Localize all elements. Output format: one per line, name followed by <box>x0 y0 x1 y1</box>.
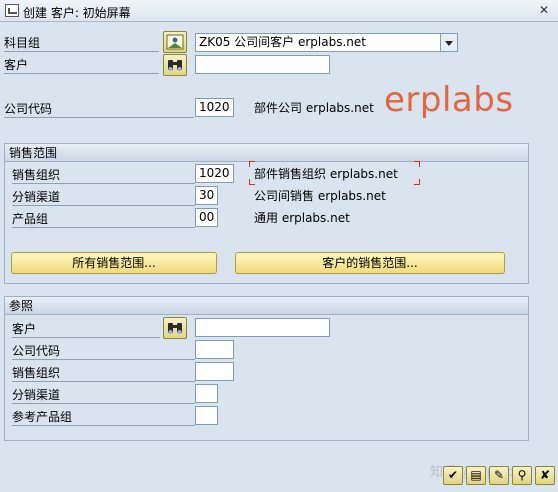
division-label: 产品组 <box>12 210 195 228</box>
landscape-icon <box>166 34 184 50</box>
sales-org-label: 销售组织 <box>12 166 195 184</box>
close-icon[interactable]: ✕ <box>536 3 552 18</box>
window-titlebar: 创建 客户: 初始屏幕 ✕ <box>0 0 558 22</box>
customer-sales-areas-button[interactable]: 客户的销售范围... <box>235 252 505 274</box>
ref-division-input[interactable] <box>195 406 218 425</box>
chevron-down-icon[interactable] <box>441 33 458 52</box>
cancel-icon[interactable]: ✘ <box>535 466 555 485</box>
division-input[interactable]: 00 <box>195 208 218 227</box>
focus-bracket-bottom-right <box>414 179 420 185</box>
ref-sales-org-label: 销售组织 <box>12 364 195 382</box>
ref-company-code-label: 公司代码 <box>12 342 195 360</box>
ref-customer-input[interactable] <box>195 318 330 337</box>
company-code-description: 部件公司 erplabs.net <box>254 101 374 115</box>
ref-sales-org-input[interactable] <box>195 362 234 381</box>
focus-bracket-top-right <box>414 161 420 167</box>
all-sales-areas-button[interactable]: 所有销售范围... <box>11 252 217 274</box>
check-icon[interactable]: ✔ <box>443 466 463 485</box>
company-code-label: 公司代码 <box>4 100 194 118</box>
search-icon[interactable]: ⚲ <box>512 466 532 485</box>
company-code-input[interactable]: 1020 <box>195 98 234 117</box>
account-group-combobox[interactable]: ZK05 公司间客户 erplabs.net <box>195 33 441 52</box>
create-document-icon <box>5 4 19 17</box>
ref-division-label: 参考产品组 <box>12 408 195 426</box>
sales-org-input[interactable]: 1020 <box>195 164 234 183</box>
ref-dist-channel-input[interactable] <box>195 384 218 403</box>
ref-customer-label: 客户 <box>12 320 160 338</box>
dist-channel-label: 分销渠道 <box>12 188 195 206</box>
reference-title: 参照 <box>5 297 528 315</box>
binoculars-icon <box>168 323 182 334</box>
data-icon[interactable]: ▤ <box>466 466 486 485</box>
binoculars-icon <box>168 60 182 71</box>
ref-customer-search-button[interactable] <box>163 317 187 339</box>
customer-search-button[interactable] <box>163 54 187 76</box>
window-title: 创建 客户: 初始屏幕 <box>23 6 131 20</box>
ref-company-code-input[interactable] <box>195 340 234 359</box>
sales-area-title: 销售范围 <box>5 144 528 162</box>
account-group-picker-button[interactable] <box>163 31 187 53</box>
customer-label: 客户 <box>4 56 159 74</box>
edit-icon[interactable]: ✎ <box>489 466 509 485</box>
brand-logo: erplabs <box>384 80 514 120</box>
dist-channel-description: 公司间销售 erplabs.net <box>254 189 386 203</box>
ref-dist-channel-label: 分销渠道 <box>12 386 195 404</box>
dist-channel-input[interactable]: 30 <box>195 186 218 205</box>
sales-org-description: 部件销售组织 erplabs.net <box>254 167 398 181</box>
account-group-label: 科目组 <box>4 34 159 52</box>
customer-input[interactable] <box>195 55 330 74</box>
division-description: 通用 erplabs.net <box>254 211 350 225</box>
